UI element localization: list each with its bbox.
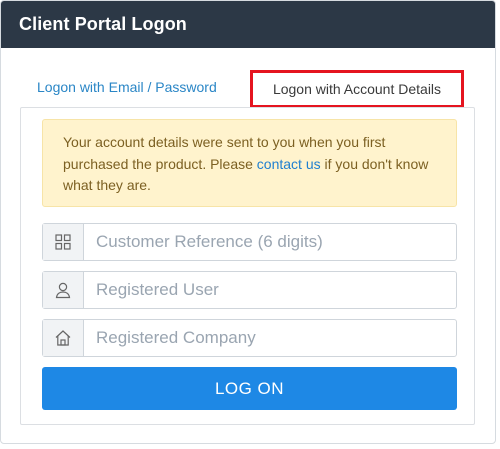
registered-user-input[interactable] [84,272,456,308]
contact-us-link[interactable]: contact us [257,156,321,172]
customer-reference-input[interactable] [84,224,456,260]
registered-company-input[interactable] [84,320,456,356]
home-icon [43,320,84,356]
logon-tabs: Logon with Email / Password Logon with A… [1,48,495,108]
user-icon [43,272,84,308]
log-on-button[interactable]: LOG ON [42,367,457,410]
tab-email-password[interactable]: Logon with Email / Password [37,79,217,95]
panel-title: Client Portal Logon [1,1,495,48]
account-details-form: Your account details were sent to you wh… [20,107,475,425]
registered-company-field [42,319,457,357]
info-alert: Your account details were sent to you wh… [42,119,457,207]
registered-user-field [42,271,457,309]
grid-icon [43,224,84,260]
customer-reference-field [42,223,457,261]
tab-account-details[interactable]: Logon with Account Details [250,70,464,108]
client-portal-panel: Client Portal Logon Logon with Email / P… [0,0,496,444]
